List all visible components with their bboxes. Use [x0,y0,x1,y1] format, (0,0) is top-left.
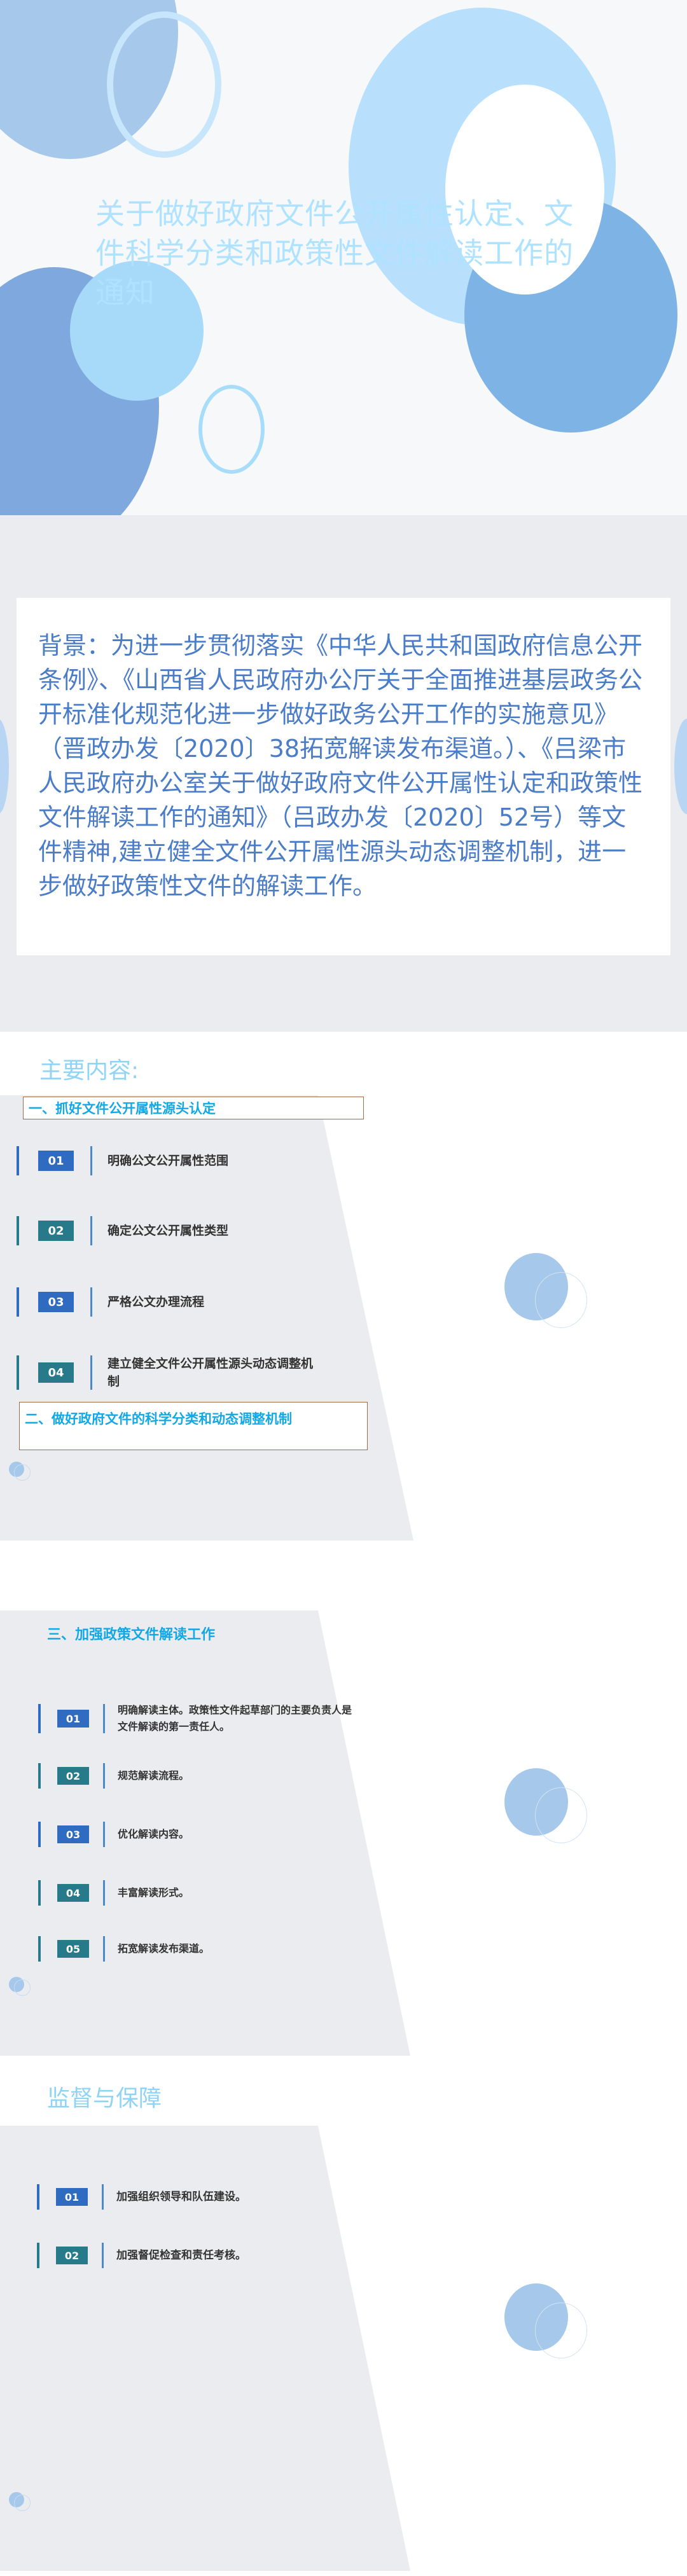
item-label: 优化解读内容。 [118,1828,190,1840]
page-title: 关于做好政府文件公开属性认定、文件科学分类和政策性文件解读工作的通知 [95,197,574,310]
main-content-slide: 主要内容: 一、抓好文件公开属性源头认定 01 明确公文公开属性范围 02 确定… [0,1032,687,1547]
section-heading-3: 三、加强政策文件解读工作 [47,1627,216,1643]
item-divider [103,1704,105,1733]
list-item: 02 确定公文公开属性类型 [17,1216,228,1245]
item-number: 01 [56,2188,88,2206]
item-number: 05 [57,1940,89,1958]
item-divider [103,1936,105,1962]
item-bar [38,1936,41,1962]
title-slide: 关于做好政府文件公开属性认定、文件科学分类和政策性文件解读工作的通知 [0,0,687,515]
decorative-ring [14,1464,31,1481]
item-divider [90,1146,92,1175]
item-bar [38,1880,41,1906]
decorative-ring [535,1787,587,1843]
item-divider [90,1287,92,1317]
item-divider [102,2184,104,2210]
item-number: 02 [38,1221,74,1241]
item-divider [90,1355,92,1390]
item-divider [103,1880,105,1906]
item-label: 建立健全文件公开属性源头动态调整机制 [108,1357,314,1388]
item-label: 丰富解读形式。 [118,1887,190,1899]
item-bar [38,1763,41,1789]
item-bar [17,1216,19,1245]
decorative-ring [14,1979,31,1996]
section-heading-1: 一、抓好文件公开属性源头认定 [23,1097,364,1119]
list-item: 01 明确解读主体。政策性文件起草部门的主要负责人是文件解读的第一责任人。 [38,1702,359,1735]
item-bar [17,1355,19,1390]
item-number: 02 [57,1767,89,1785]
decorative-ring [535,2302,587,2358]
item-divider [103,1763,105,1789]
list-item: 03 优化解读内容。 [38,1822,189,1847]
supervision-slide: 监督与保障 01 加强组织领导和队伍建设。 02 加强督促检查和责任考核。 [0,2062,687,2576]
decorative-ring [535,1272,587,1328]
item-bar [38,1704,41,1733]
list-item: 01 明确公文公开属性范围 [17,1146,228,1175]
list-item: 02 加强督促检查和责任考核。 [37,2243,246,2268]
background-slide: 背景：为进一步贯彻落实《中华人民共和国政府信息公开条例》、《山西省人民政府办公厅… [0,515,687,1032]
list-item: 02 规范解读流程。 [38,1763,189,1789]
interpretation-slide: 三、加强政策文件解读工作 01 明确解读主体。政策性文件起草部门的主要负责人是文… [0,1547,687,2062]
list-item: 01 加强组织领导和队伍建设。 [37,2184,246,2210]
decorative-ring [107,11,221,158]
item-bar [38,1822,41,1847]
item-label: 严格公文办理流程 [108,1295,205,1309]
list-item: 04 丰富解读形式。 [38,1880,189,1906]
list-item: 04 建立健全文件公开属性源头动态调整机制 [17,1355,317,1390]
item-number: 01 [38,1151,74,1171]
item-number: 04 [57,1884,89,1902]
item-number: 03 [38,1292,74,1312]
decorative-circle [674,719,687,814]
decorative-ring [14,2495,31,2511]
item-label: 加强督促检查和责任考核。 [116,2249,246,2262]
item-label: 明确解读主体。政策性文件起草部门的主要负责人是文件解读的第一责任人。 [118,1704,352,1733]
item-label: 加强组织领导和队伍建设。 [116,2191,246,2203]
list-item: 05 拓宽解读发布渠道。 [38,1936,209,1962]
item-bar [17,1287,19,1317]
background-text: 背景：为进一步贯彻落实《中华人民共和国政府信息公开条例》、《山西省人民政府办公厅… [38,632,643,900]
item-number: 04 [38,1362,74,1383]
decorative-circle [0,719,9,814]
item-bar [37,2184,39,2210]
item-label: 确定公文公开属性类型 [108,1224,229,1238]
section-title: 监督与保障 [47,2086,162,2112]
item-bar [17,1146,19,1175]
item-divider [102,2243,104,2268]
item-number: 03 [57,1825,89,1843]
item-divider [103,1822,105,1847]
item-divider [90,1216,92,1245]
item-number: 01 [57,1710,89,1728]
decorative-ring [198,385,265,474]
section-title: 主要内容: [39,1058,139,1084]
item-number: 02 [56,2247,88,2264]
item-label: 明确公文公开属性范围 [108,1154,229,1168]
item-bar [37,2243,39,2268]
item-label: 拓宽解读发布渠道。 [118,1942,210,1955]
section-heading-2: 二、做好政府文件的科学分类和动态调整机制 [19,1402,368,1450]
list-item: 03 严格公文办理流程 [17,1287,204,1317]
item-label: 规范解读流程。 [118,1769,190,1782]
